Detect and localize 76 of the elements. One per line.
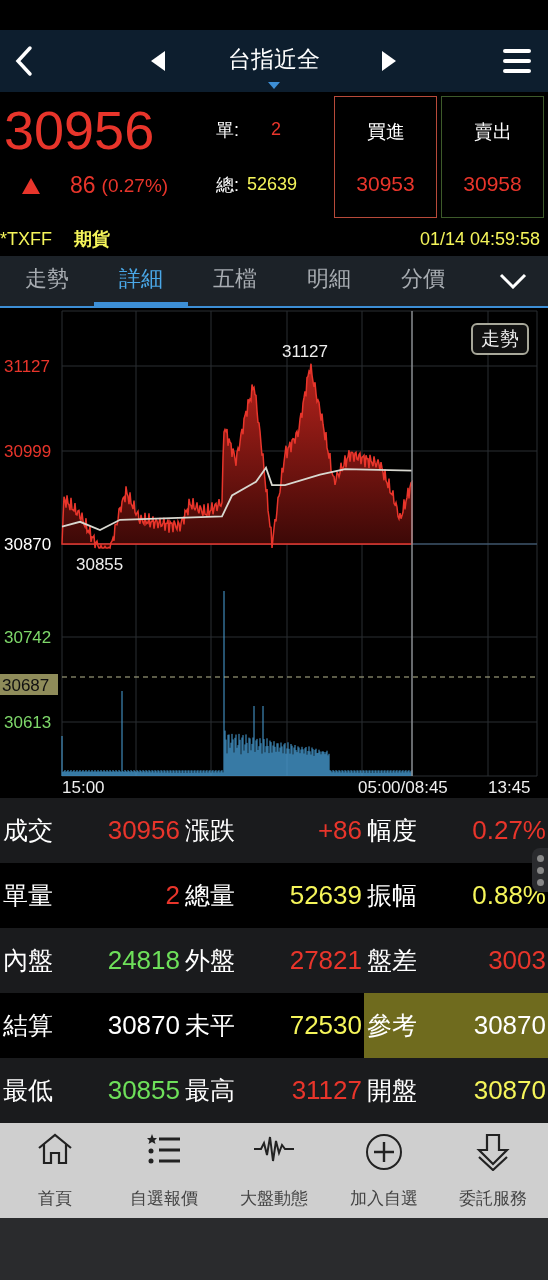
stat-label: 幅度 — [367, 815, 417, 847]
stat-value: 0.27% — [472, 815, 546, 846]
axis-label: 30742 — [4, 628, 52, 647]
stat-label: 振幅 — [367, 880, 417, 912]
stat-label: 成交 — [3, 815, 53, 847]
stat-value: 2 — [165, 880, 180, 911]
high-marker: 31127 — [282, 342, 328, 361]
tab[interactable]: 走勢 — [0, 256, 94, 306]
axis-label: 30870 — [4, 535, 52, 554]
sell-button[interactable]: 賣出 30958 — [441, 96, 544, 218]
stat-label: 最高 — [185, 1075, 235, 1107]
tab[interactable]: 明細 — [282, 256, 376, 306]
down-arrow-icon — [476, 1133, 511, 1171]
stat-value: 30870 — [473, 1075, 546, 1106]
stat-value: 24818 — [107, 945, 180, 976]
axis-label: 31127 — [4, 357, 50, 376]
stat-label: 結算 — [3, 1010, 53, 1042]
symbol: *TXFF — [0, 228, 52, 250]
stat-label: 未平 — [185, 1010, 235, 1042]
back-icon[interactable] — [14, 45, 34, 77]
market-type: 期貨 — [74, 228, 110, 251]
title-selector[interactable]: 台指近全 — [200, 44, 348, 75]
change-percent: (0.27%) — [101, 174, 169, 197]
nav-item[interactable]: 大盤動態 — [219, 1123, 329, 1218]
stat-value: 30956 — [107, 815, 180, 846]
nav-item[interactable]: 加入自選 — [328, 1123, 439, 1218]
next-icon[interactable] — [382, 51, 396, 71]
up-triangle-icon — [22, 177, 40, 194]
nav-item[interactable]: 自選報價 — [109, 1123, 220, 1218]
previous-icon[interactable] — [151, 51, 165, 71]
last-price: 30956 — [4, 99, 156, 162]
home-icon — [36, 1133, 73, 1165]
stat-label: 參考 — [367, 1010, 417, 1042]
stat-label: 漲跌 — [185, 815, 235, 847]
tab[interactable]: 五檔 — [188, 256, 282, 306]
stat-label: 開盤 — [367, 1075, 417, 1107]
list-icon — [147, 1133, 182, 1165]
stat-label: 單量 — [3, 880, 53, 912]
time-label: 15:00 — [62, 778, 105, 797]
nav-item[interactable]: 委託服務 — [438, 1123, 548, 1218]
single-volume: 2 — [271, 119, 282, 140]
buy-button[interactable]: 買進 30953 — [334, 96, 437, 218]
stat-value: 30855 — [107, 1075, 180, 1106]
stat-value: 72530 — [289, 1010, 362, 1041]
stat-value: 3003 — [488, 945, 546, 976]
axis-label: 30999 — [4, 442, 52, 461]
add-circle-icon — [364, 1133, 403, 1171]
stat-label: 內盤 — [3, 945, 53, 977]
stat-label: 盤差 — [367, 945, 417, 977]
cursor-value: 30687 — [0, 674, 58, 695]
low-marker: 30855 — [76, 555, 124, 574]
stat-value: 27821 — [289, 945, 362, 976]
stat-value: 52639 — [289, 880, 362, 911]
tab[interactable]: 詳細 — [94, 256, 188, 306]
time-label: 13:45 — [488, 778, 531, 797]
menu-icon[interactable] — [503, 48, 531, 74]
time-label: 05:00/08:45 — [358, 778, 448, 797]
trend-button[interactable]: 走勢 — [471, 323, 529, 355]
nav-item[interactable]: 首頁 — [0, 1123, 110, 1218]
total-volume: 52639 — [247, 174, 298, 195]
stat-label: 外盤 — [185, 945, 235, 977]
single-volume-label: 單: — [216, 118, 239, 142]
stat-value: +86 — [317, 815, 362, 846]
stat-value: 0.88% — [472, 880, 546, 911]
stat-value: 31127 — [291, 1075, 362, 1106]
axis-label: 30613 — [4, 713, 52, 732]
stat-label: 總量 — [185, 880, 235, 912]
total-volume-label: 總: — [216, 173, 239, 197]
stat-value: 30870 — [473, 1010, 546, 1041]
stat-label: 最低 — [3, 1075, 53, 1107]
datetime: 01/14 04:59:58 — [419, 228, 540, 250]
stat-value: 30870 — [107, 1010, 180, 1041]
dropdown-icon — [268, 82, 280, 89]
change: 86 — [70, 172, 96, 199]
tab[interactable]: 分價 — [376, 256, 470, 306]
chevron-down-icon[interactable] — [499, 273, 527, 289]
